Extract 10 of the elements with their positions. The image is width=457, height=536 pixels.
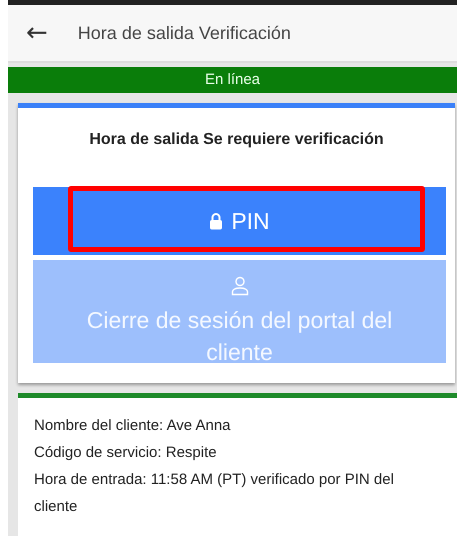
- screen-title: Hora de salida Verificación: [78, 22, 291, 44]
- lock-icon: [209, 212, 224, 230]
- client-info-text: Nombre del cliente: Ave Anna: [34, 416, 232, 436]
- back-button[interactable]: ←: [26, 20, 48, 46]
- pin-button[interactable]: PIN: [33, 187, 446, 255]
- client-info-text: Hora de entrada: 11:58 AM (PT) verificado por PIN del cliente: [34, 470, 395, 517]
- client-info-text: Código de servicio: Respite: [34, 443, 218, 463]
- person-icon: [230, 276, 248, 296]
- card-title: Hora de salida Se requiere verificación: [88, 130, 385, 150]
- online-status-bar: En línea: [8, 67, 457, 93]
